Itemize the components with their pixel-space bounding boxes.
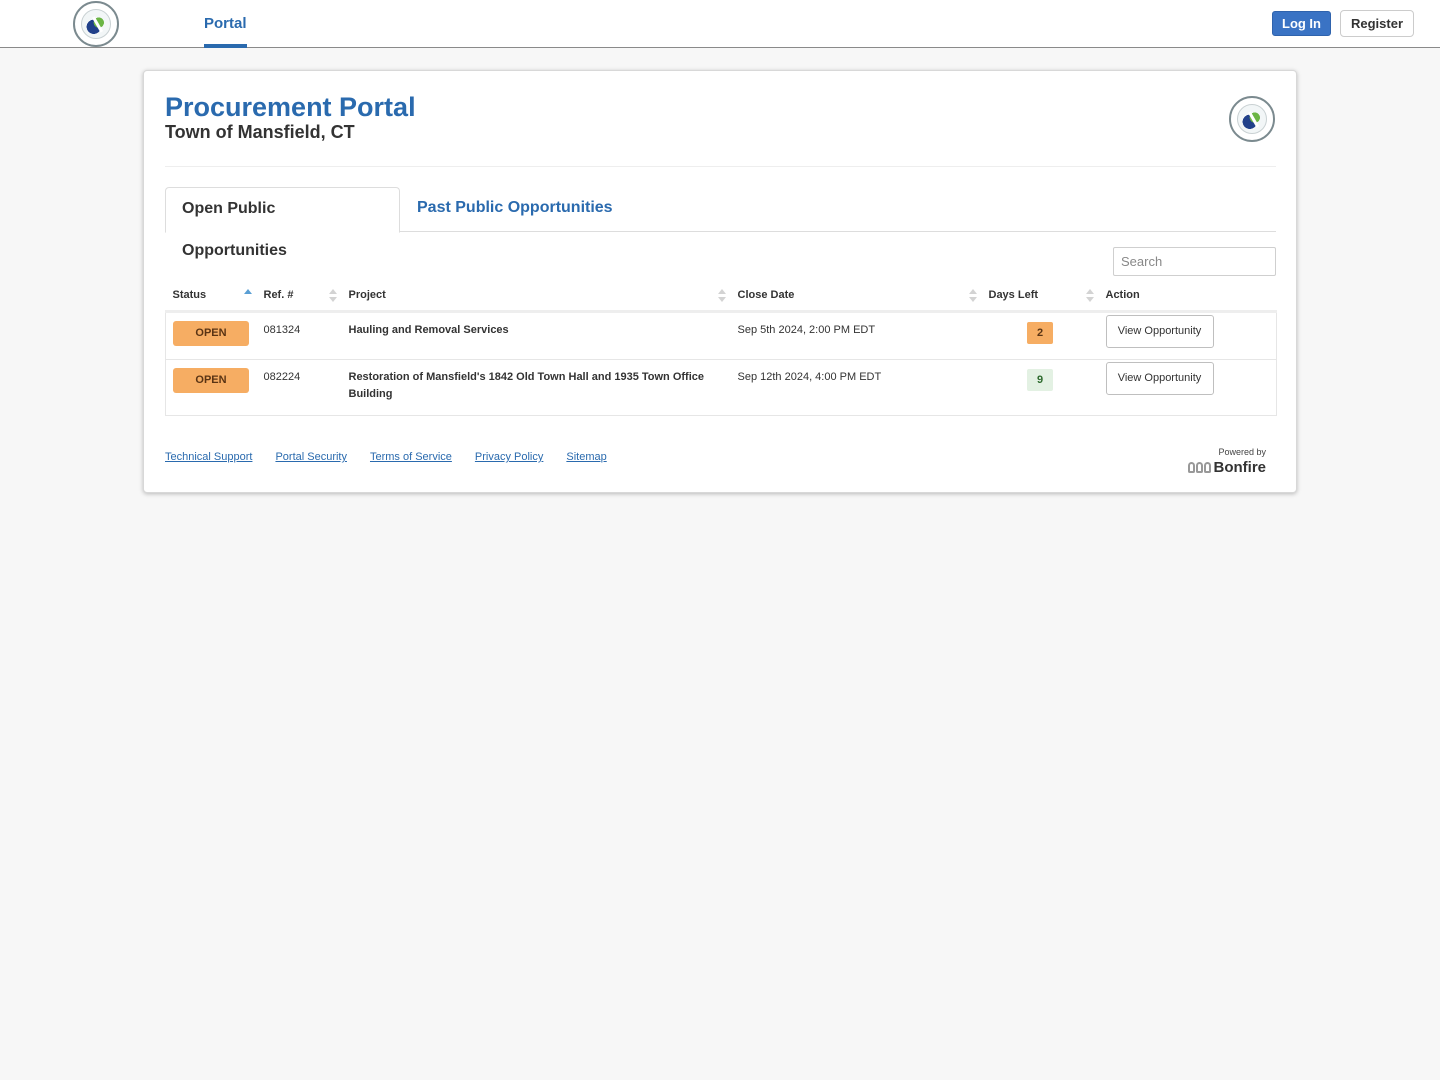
search-input[interactable] xyxy=(1113,247,1276,276)
powered-by-label: Powered by xyxy=(1218,447,1266,457)
view-opportunity-button[interactable]: View Opportunity xyxy=(1105,361,1214,395)
table-header-row: Status Ref. # Project Close Date Days Le… xyxy=(165,281,1277,313)
bonfire-logo-icon xyxy=(1187,462,1211,473)
mansfield-seal-logo xyxy=(1229,96,1275,142)
seal-emblem-icon xyxy=(1237,104,1267,134)
close-date: Sep 12th 2024, 4:00 PM EDT xyxy=(730,359,982,416)
sort-icon xyxy=(968,289,977,303)
days-left-badge: 9 xyxy=(1027,368,1053,391)
column-header-action: Action xyxy=(1098,281,1277,313)
bonfire-brand-name: Bonfire xyxy=(1213,459,1267,476)
page-title: Procurement Portal xyxy=(165,92,416,122)
column-label: Ref. # xyxy=(263,289,294,302)
status-badge: OPEN xyxy=(173,367,249,393)
page-subtitle: Town of Mansfield, CT xyxy=(165,122,355,142)
project-name: Restoration of Mansfield's 1842 Old Town… xyxy=(341,359,731,416)
table-row: OPEN 081324 Hauling and Removal Services… xyxy=(165,310,1277,360)
footer-link-portal-security[interactable]: Portal Security xyxy=(275,451,347,463)
portal-card: Procurement Portal Town of Mansfield, CT… xyxy=(143,70,1297,493)
footer-link-technical-support[interactable]: Technical Support xyxy=(165,451,252,463)
column-label: Close Date xyxy=(737,289,795,302)
sort-ascending-icon xyxy=(243,289,252,303)
project-name: Hauling and Removal Services xyxy=(341,310,731,360)
footer-link-terms-of-service[interactable]: Terms of Service xyxy=(370,451,452,463)
column-header-close-date[interactable]: Close Date xyxy=(730,281,982,313)
header-divider xyxy=(165,166,1276,167)
status-badge: OPEN xyxy=(173,320,249,346)
ref-number: 082224 xyxy=(256,359,342,416)
column-label: Action xyxy=(1105,289,1140,302)
column-header-days-left[interactable]: Days Left xyxy=(981,281,1099,313)
column-header-project[interactable]: Project xyxy=(341,281,731,313)
seal-emblem-icon xyxy=(81,9,111,39)
column-header-status[interactable]: Status xyxy=(165,281,257,313)
login-button[interactable]: Log In xyxy=(1272,11,1331,36)
days-left-badge: 2 xyxy=(1027,321,1053,344)
column-label: Status xyxy=(172,289,207,302)
sort-icon xyxy=(1085,289,1094,303)
column-label: Project xyxy=(348,289,386,302)
mansfield-logo[interactable] xyxy=(73,1,119,47)
tab-open-opportunities[interactable]: Open Public Opportunities xyxy=(165,187,400,259)
view-opportunity-button[interactable]: View Opportunity xyxy=(1105,314,1214,348)
tab-past-opportunities[interactable]: Past Public Opportunities xyxy=(401,187,629,232)
table-row: OPEN 082224 Restoration of Mansfield's 1… xyxy=(165,359,1277,416)
sort-icon xyxy=(717,289,726,303)
footer-links: Technical Support Portal Security Terms … xyxy=(165,451,607,463)
close-date: Sep 5th 2024, 2:00 PM EDT xyxy=(730,310,982,360)
column-label: Days Left xyxy=(988,289,1039,302)
nav-portal-link[interactable]: Portal xyxy=(204,0,247,48)
ref-number: 081324 xyxy=(256,310,342,360)
top-navbar: Portal Log In Register xyxy=(0,0,1440,48)
opportunity-tabs: Open Public Opportunities Past Public Op… xyxy=(165,187,1276,259)
sort-icon xyxy=(328,289,337,303)
opportunities-table: Status Ref. # Project Close Date Days Le… xyxy=(165,281,1277,416)
powered-by-bonfire[interactable]: Powered by Bonfire xyxy=(1187,446,1267,476)
register-button[interactable]: Register xyxy=(1340,10,1414,37)
column-header-ref[interactable]: Ref. # xyxy=(256,281,342,313)
footer-link-sitemap[interactable]: Sitemap xyxy=(566,451,606,463)
footer-link-privacy-policy[interactable]: Privacy Policy xyxy=(475,451,543,463)
